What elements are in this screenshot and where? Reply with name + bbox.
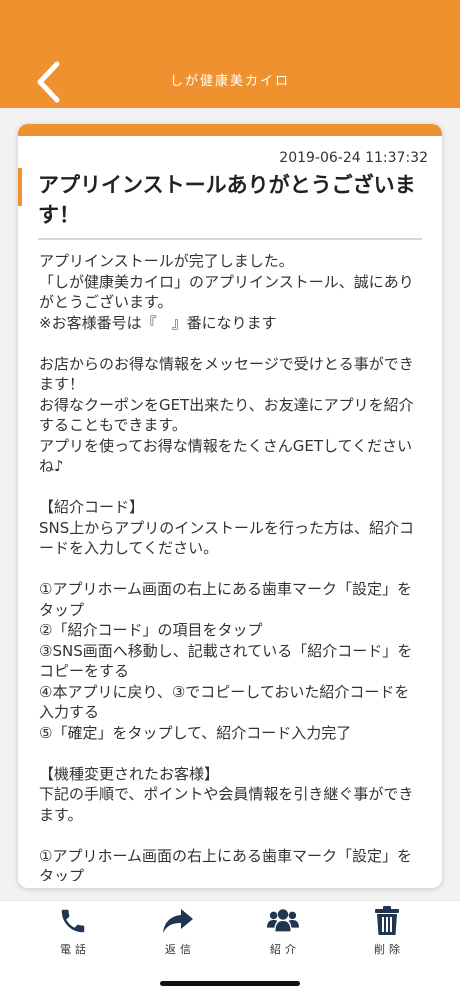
app-root: しが健康美カイロ 2019-06-24 11:37:32 アプリインストールあり…	[0, 0, 460, 996]
message-body-line: アプリインストールが完了しました。	[39, 252, 294, 270]
message-body-line: ④本アプリに戻り、③でコピーしておいた紹介コードを入力する	[39, 682, 410, 722]
message-body-line: ③SNS画面へ移動し、記載されている「紹介コード」をコピーをする	[39, 641, 413, 681]
reply-label: 返信	[165, 943, 195, 956]
message-body-line	[39, 333, 423, 354]
message-card: 2019-06-24 11:37:32 アプリインストールありがとうございます！…	[18, 124, 442, 888]
title-accent-bar	[18, 168, 22, 206]
message-body-line: お得なクーポンをGET出来たり、お友達にアプリを紹介することもできます。	[39, 395, 414, 435]
message-timestamp: 2019-06-24 11:37:32	[279, 150, 428, 166]
message-body-line	[39, 559, 423, 580]
reply-arrow-icon	[162, 905, 194, 937]
message-body-line: ※お客様番号は『 』番になります	[39, 313, 277, 332]
message-body-line: ②「紹介コード」の項目をタップ	[39, 621, 263, 639]
phone-label: 電話	[60, 943, 90, 956]
message-body-line: お店からのお得な情報をメッセージで受けとる事ができます！	[39, 354, 414, 394]
message-body-line: アプリを使ってお得な情報をたくさんGETしてくださいね♪	[39, 436, 413, 476]
header-title: しが健康美カイロ	[169, 74, 290, 89]
message-body-line: SNS上からアプリのインストールを行った方は、紹介コードを入力してください。	[39, 518, 414, 558]
delete-label: 削除	[374, 943, 404, 956]
introduce-button[interactable]: 紹介	[243, 905, 323, 963]
phone-button[interactable]: 電話	[33, 905, 113, 963]
card-top-accent	[18, 124, 442, 136]
message-body-line: ⑤「確定」をタップして、紹介コード入力完了	[39, 723, 352, 742]
message-body-line	[39, 825, 423, 846]
message-body-line: ①アプリホーム画面の右上にある歯車マーク「設定」をタップ	[39, 580, 412, 619]
message-body-line: 下記の手順で、ポイントや会員情報を引き継ぐ事ができます。	[39, 785, 414, 824]
message-body-line: 【紹介コード】	[39, 498, 145, 516]
header-bar: しが健康美カイロ	[0, 0, 460, 108]
home-indicator	[160, 981, 300, 986]
delete-button[interactable]: 削除	[347, 905, 427, 963]
message-body-line	[39, 743, 423, 764]
phone-icon	[57, 905, 89, 937]
message-body: アプリインストールが完了しました。「しが健康美カイロ」のアプリインストール、誠に…	[39, 251, 423, 881]
reply-button[interactable]: 返信	[138, 905, 218, 963]
users-icon	[267, 905, 299, 937]
message-body-line	[39, 477, 423, 498]
introduce-label: 紹介	[270, 943, 300, 956]
message-body-line: 「しが健康美カイロ」のアプリインストール、誠にありがとうございます。	[39, 272, 414, 312]
message-title: アプリインストールありがとうございます！	[38, 173, 416, 227]
message-body-line: ①アプリホーム画面の右上にある歯車マーク「設定」をタップ	[39, 846, 412, 882]
trash-icon	[371, 905, 403, 937]
title-divider	[38, 238, 422, 240]
message-body-line: 【機種変更されたお客様】	[39, 764, 220, 783]
